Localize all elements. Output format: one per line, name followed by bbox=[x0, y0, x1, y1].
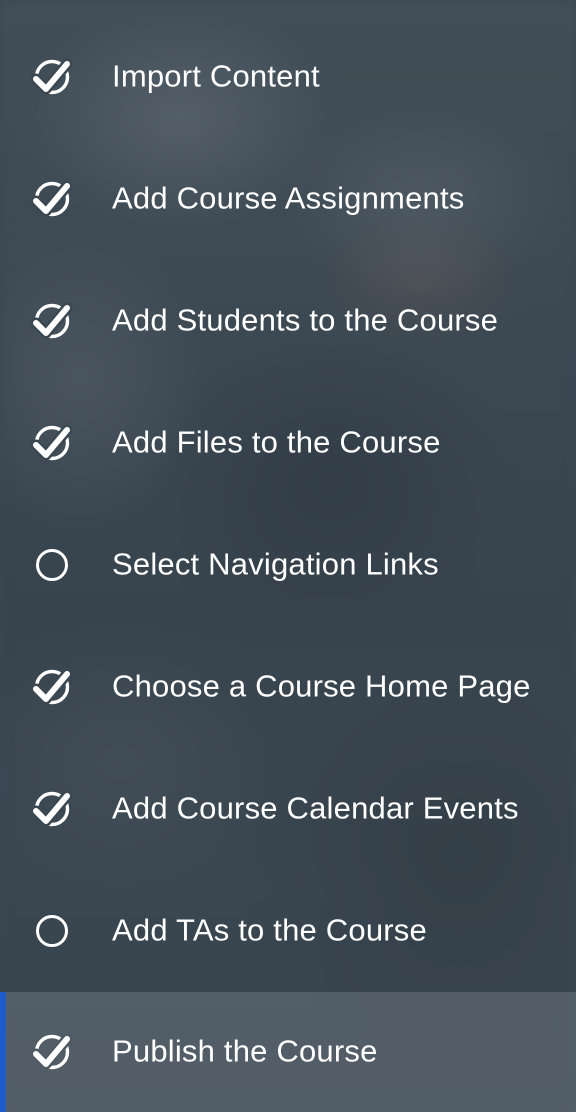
checklist-item-label: Add Files to the Course bbox=[112, 424, 441, 460]
empty-circle-icon bbox=[36, 549, 68, 581]
check-circle-icon bbox=[30, 1033, 73, 1070]
checklist-item-add-files[interactable]: Add Files to the Course bbox=[0, 383, 576, 503]
selected-indicator bbox=[0, 992, 6, 1112]
check-circle-icon bbox=[30, 424, 73, 461]
checklist-item-label: Add Students to the Course bbox=[112, 302, 499, 338]
check-circle-icon bbox=[30, 180, 73, 217]
check-circle-icon bbox=[30, 790, 73, 827]
checklist-item-label: Publish the Course bbox=[112, 1033, 378, 1069]
checklist-item-label: Add TAs to the Course bbox=[112, 912, 427, 948]
checklist-item-publish-course[interactable]: Publish the Course bbox=[0, 992, 576, 1112]
empty-circle-icon bbox=[36, 915, 68, 947]
checklist-item-add-course-assignments[interactable]: Add Course Assignments bbox=[0, 139, 576, 259]
checklist-item-label: Add Course Assignments bbox=[112, 180, 465, 216]
check-circle-icon bbox=[30, 58, 73, 95]
check-circle-icon bbox=[30, 668, 73, 705]
checklist-item-add-students[interactable]: Add Students to the Course bbox=[0, 261, 576, 381]
checklist-item-select-navigation-links[interactable]: Select Navigation Links bbox=[0, 505, 576, 625]
checklist-item-label: Add Course Calendar Events bbox=[112, 790, 519, 826]
checklist-item-label: Import Content bbox=[112, 58, 320, 94]
check-circle-icon bbox=[30, 302, 73, 339]
checklist-item-label: Select Navigation Links bbox=[112, 546, 439, 582]
checklist-items: Import Content Add Course Assignments Ad… bbox=[0, 0, 576, 1112]
checklist-item-add-calendar-events[interactable]: Add Course Calendar Events bbox=[0, 749, 576, 869]
checklist-item-import-content[interactable]: Import Content bbox=[0, 17, 576, 137]
course-setup-checklist: Import Content Add Course Assignments Ad… bbox=[0, 0, 576, 1112]
checklist-item-add-tas[interactable]: Add TAs to the Course bbox=[0, 871, 576, 991]
checklist-item-label: Choose a Course Home Page bbox=[112, 668, 531, 704]
checklist-item-choose-home-page[interactable]: Choose a Course Home Page bbox=[0, 627, 576, 747]
